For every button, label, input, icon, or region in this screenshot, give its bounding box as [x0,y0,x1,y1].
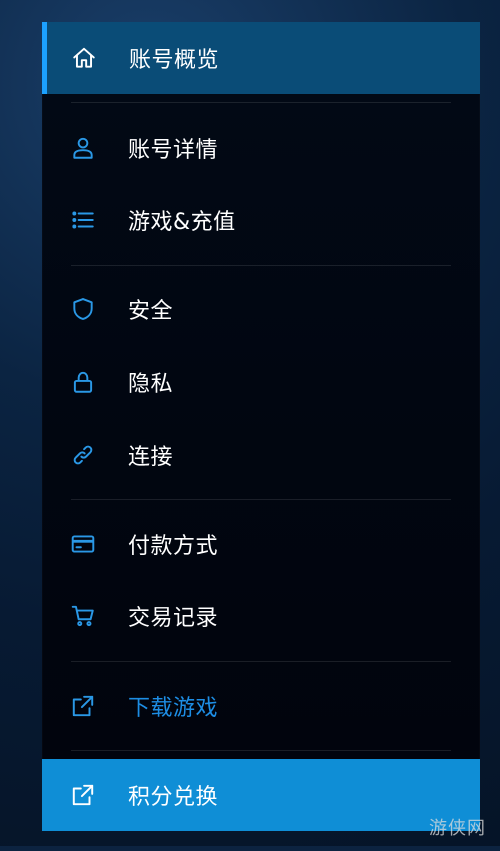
lock-icon [73,371,93,393]
nav-item-games-topup[interactable]: 游戏&充值 [42,184,480,256]
menu-divider [71,102,451,103]
nav-item-label: 账号概览 [129,48,220,73]
cart-icon [71,605,94,627]
menu-divider [71,499,451,500]
nav-item-download-games[interactable]: 下载游戏 [42,670,480,742]
nav-item-label: 付款方式 [128,534,219,559]
nav-item-account-overview[interactable]: 账号概览 [42,22,480,94]
menu-divider [71,265,451,266]
external-link-icon [72,784,94,806]
nav-item-security[interactable]: 安全 [42,273,480,345]
home-icon [73,47,95,68]
list-icon [72,211,94,229]
bottom-strip [0,846,500,851]
account-nav-menu: 账号概览 账号详情 游戏&充值 安全 隐私 连接 付款方式 交易记录 下载游戏 … [42,22,480,831]
nav-item-transactions[interactable]: 交易记录 [42,580,480,652]
watermark-text: 游侠网 [429,818,486,839]
nav-item-label: 隐私 [128,372,174,397]
link-icon [73,445,93,465]
menu-divider [71,661,451,662]
menu-divider [71,750,451,751]
nav-item-connections[interactable]: 连接 [42,419,480,491]
nav-item-label: 安全 [128,299,174,324]
nav-item-payment-methods[interactable]: 付款方式 [42,508,480,580]
nav-item-label: 积分兑换 [128,785,219,810]
user-icon [73,137,93,159]
nav-item-account-details[interactable]: 账号详情 [42,112,480,184]
nav-item-label: 账号详情 [128,138,219,163]
nav-item-points-redeem[interactable]: 积分兑换 [42,759,480,831]
nav-item-label: 游戏&充值 [128,210,236,235]
credit-card-icon [71,535,95,553]
nav-item-label: 连接 [128,445,174,470]
external-link-icon [72,695,94,717]
nav-item-label: 交易记录 [128,606,219,631]
nav-item-privacy[interactable]: 隐私 [42,346,480,418]
shield-icon [73,298,93,320]
nav-item-label: 下载游戏 [128,696,219,721]
